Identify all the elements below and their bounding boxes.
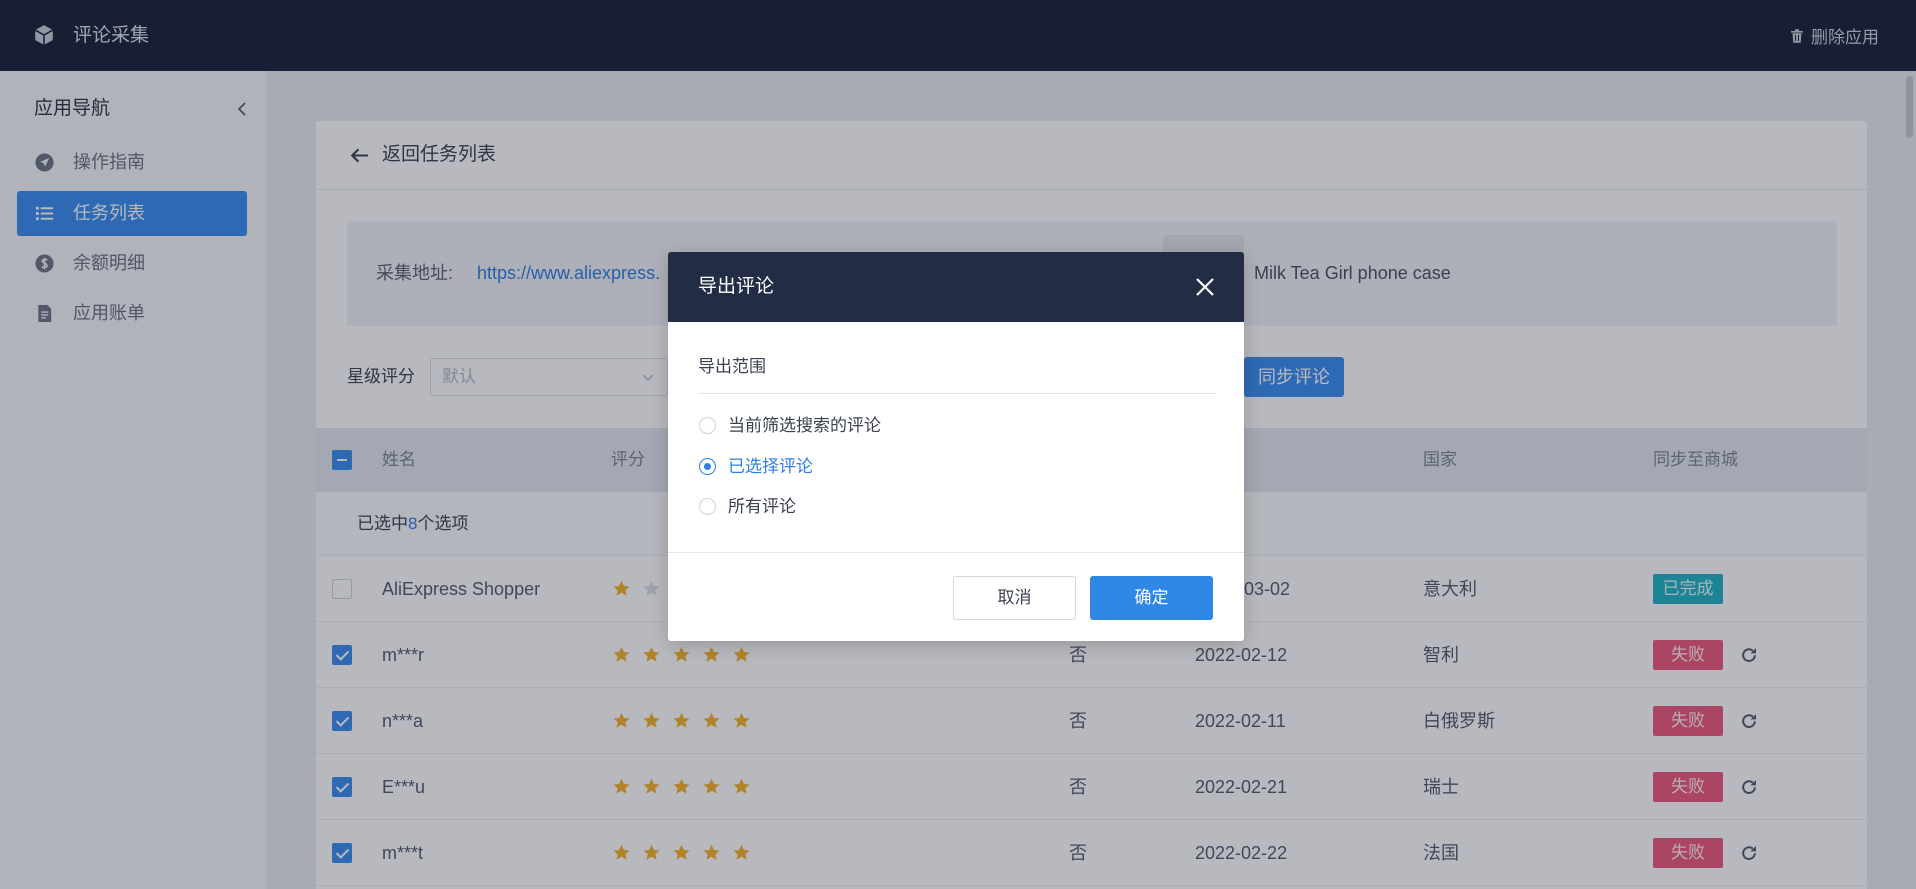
radio-button[interactable] xyxy=(699,417,716,434)
divider xyxy=(698,393,1216,394)
confirm-button[interactable]: 确定 xyxy=(1090,576,1213,620)
dialog-title: 导出评论 xyxy=(698,276,775,297)
export-scope-label: 导出范围 xyxy=(698,357,766,376)
radio-button[interactable] xyxy=(699,458,716,475)
radio-label: 当前筛选搜索的评论 xyxy=(728,416,881,435)
export-option-filtered[interactable]: 当前筛选搜索的评论 xyxy=(698,413,1118,439)
dialog-header: 导出评论 xyxy=(668,252,1244,322)
radio-label: 已选择评论 xyxy=(728,457,813,476)
close-icon[interactable] xyxy=(1194,276,1216,298)
radio-button[interactable] xyxy=(699,498,716,515)
export-option-all[interactable]: 所有评论 xyxy=(698,494,1118,520)
export-reviews-dialog: 导出评论 导出范围 当前筛选搜索的评论 已选择评论 所有评论 取消 确定 xyxy=(668,252,1244,641)
export-option-selected[interactable]: 已选择评论 xyxy=(698,454,1118,480)
divider xyxy=(668,552,1244,553)
radio-label: 所有评论 xyxy=(728,497,796,516)
cancel-button[interactable]: 取消 xyxy=(953,576,1076,620)
